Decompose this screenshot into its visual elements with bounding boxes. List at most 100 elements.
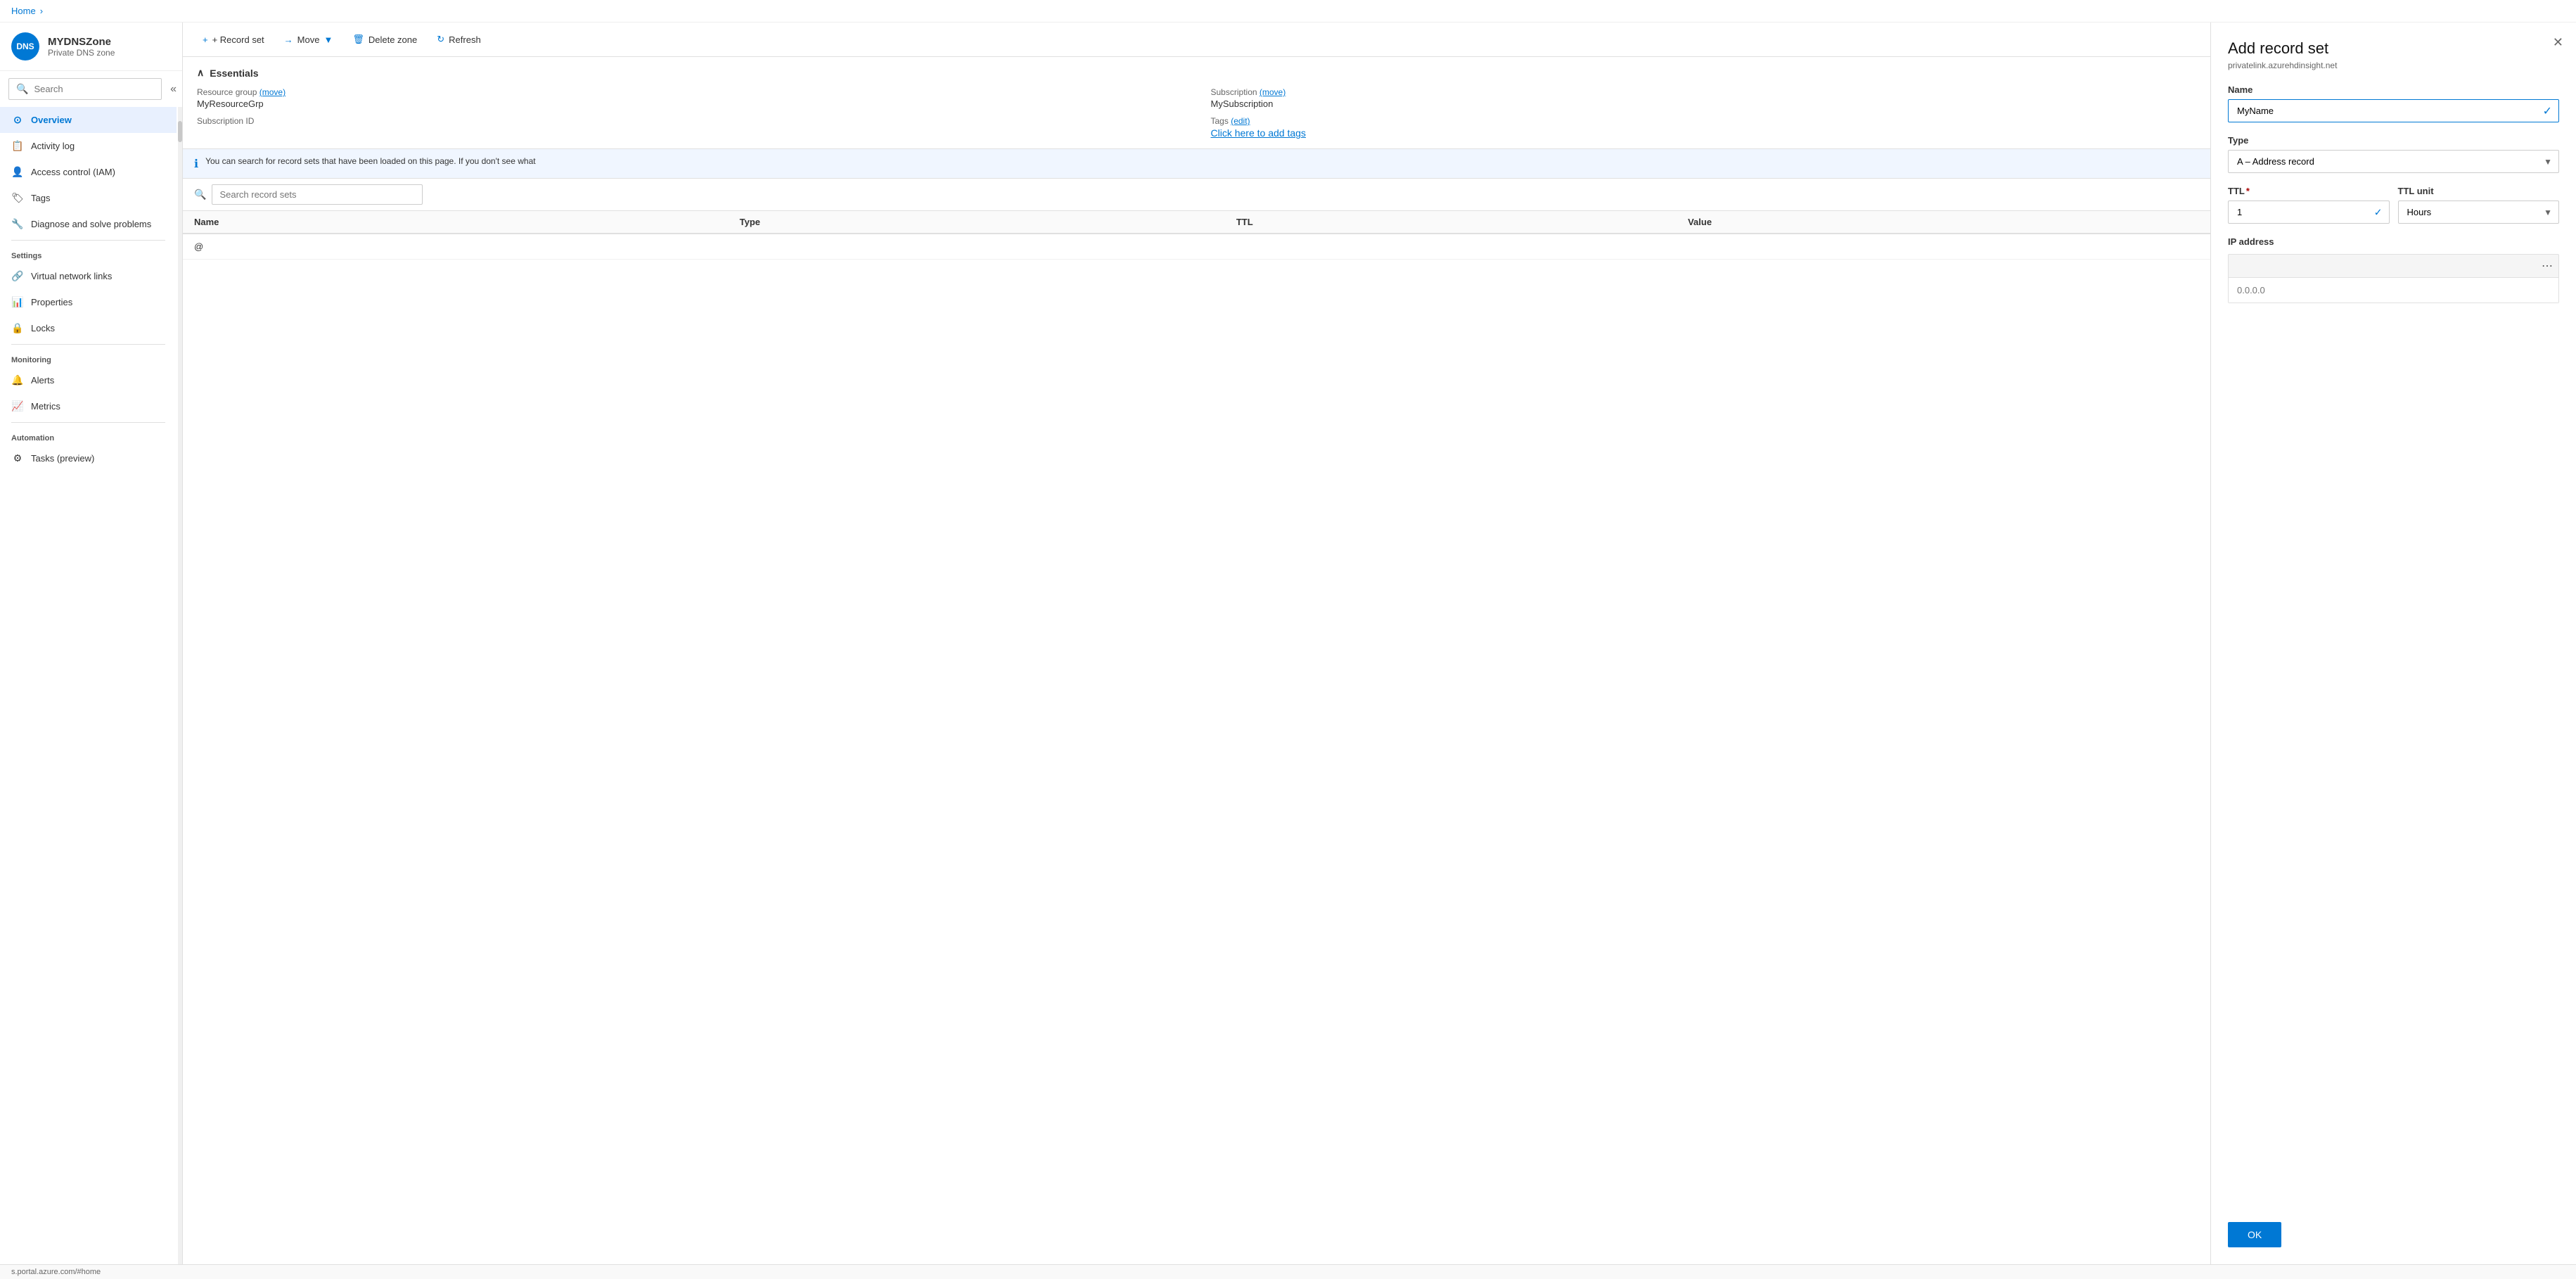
record-set-icon: + — [203, 34, 208, 45]
sidebar-collapse-button[interactable]: « — [165, 80, 182, 98]
sidebar-item-locks[interactable]: 🔒 Locks — [0, 315, 177, 341]
sidebar-item-label: Virtual network links — [31, 271, 112, 281]
ip-address-label: IP address — [2228, 236, 2559, 247]
subscription-label: Subscription (move) — [1211, 87, 2197, 97]
move-icon: → — [284, 34, 293, 45]
automation-section-label: Automation — [0, 426, 177, 445]
record-set-button[interactable]: + + Record set — [194, 30, 273, 49]
name-field-label: Name — [2228, 84, 2559, 95]
access-control-icon: 👤 — [11, 166, 24, 178]
sidebar-item-access-control[interactable]: 👤 Access control (IAM) — [0, 159, 177, 185]
ttl-unit-label: TTL unit — [2398, 186, 2560, 196]
subscription-move-link[interactable]: (move) — [1260, 87, 1286, 97]
col-ttl: TTL — [1225, 211, 1677, 234]
col-name: Name — [183, 211, 729, 234]
essentials-header[interactable]: ∧ Essentials — [197, 67, 2196, 79]
settings-section-label: Settings — [0, 243, 177, 263]
record-table: Name Type TTL Value @ — [183, 211, 2210, 1264]
breadcrumb-separator: › — [40, 6, 43, 16]
tags-edit-link[interactable]: (edit) — [1231, 116, 1250, 126]
cell-ttl — [1225, 234, 1677, 260]
delete-zone-label: Delete zone — [369, 34, 417, 45]
essentials-collapse-icon: ∧ — [197, 67, 204, 79]
sidebar-item-label: Locks — [31, 323, 55, 333]
refresh-icon: ↻ — [437, 34, 444, 45]
col-type: Type — [729, 211, 1225, 234]
sidebar-item-label: Activity log — [31, 141, 75, 151]
resource-group-move-link[interactable]: (move) — [259, 87, 286, 97]
resource-group-label: Resource group (move) — [197, 87, 1183, 97]
right-panel: ✕ Add record set privatelink.azurehdinsi… — [2210, 23, 2576, 1264]
sidebar-item-properties[interactable]: 📊 Properties — [0, 289, 177, 315]
type-select[interactable]: A – Address recordAAAA – IPv6 address re… — [2228, 150, 2559, 173]
panel-close-button[interactable]: ✕ — [2553, 35, 2563, 50]
main-content: + + Record set → Move ▼ 🗑 Delete zone ↻ … — [183, 23, 2210, 1264]
col-value: Value — [1677, 211, 2210, 234]
type-field-label: Type — [2228, 135, 2559, 146]
sidebar-item-label: Alerts — [31, 375, 54, 386]
alerts-icon: 🔔 — [11, 374, 24, 386]
sidebar-search-input[interactable] — [34, 84, 154, 94]
sidebar-item-overview[interactable]: ⊙ Overview — [0, 107, 177, 133]
ip-address-input[interactable] — [2229, 278, 2558, 303]
tasks-icon: ⚙ — [11, 452, 24, 464]
ip-more-button[interactable]: ⋯ — [2542, 259, 2553, 273]
ttl-field-label: TTL* — [2228, 186, 2390, 196]
ttl-check-icon: ✓ — [2374, 206, 2383, 218]
toolbar: + + Record set → Move ▼ 🗑 Delete zone ↻ … — [183, 23, 2210, 57]
sidebar-item-tags[interactable]: 🏷 Tags — [0, 185, 177, 211]
refresh-label: Refresh — [449, 34, 481, 45]
breadcrumb-home[interactable]: Home — [11, 6, 36, 16]
resource-name: MYDNSZone — [48, 36, 115, 48]
name-input[interactable] — [2228, 99, 2559, 122]
subscription-id-label: Subscription ID — [197, 116, 1183, 126]
ttl-unit-select[interactable]: SecondsMinutesHoursDays — [2398, 201, 2560, 224]
record-search-bar: 🔍 — [183, 179, 2210, 211]
record-set-label: + Record set — [212, 34, 264, 45]
properties-icon: 📊 — [11, 296, 24, 308]
diagnose-icon: 🔧 — [11, 218, 24, 230]
cell-value — [1677, 234, 2210, 260]
move-label: Move — [297, 34, 320, 45]
refresh-button[interactable]: ↻ Refresh — [428, 30, 489, 49]
tags-add-link[interactable]: Click here to add tags — [1211, 127, 2197, 139]
info-message: You can search for record sets that have… — [205, 156, 536, 166]
record-search-input[interactable] — [212, 184, 423, 205]
metrics-icon: 📈 — [11, 400, 24, 412]
activity-log-icon: 📋 — [11, 140, 24, 152]
monitoring-section-label: Monitoring — [0, 348, 177, 367]
sidebar-item-alerts[interactable]: 🔔 Alerts — [0, 367, 177, 393]
subscription-value: MySubscription — [1211, 98, 2197, 109]
resource-avatar: DNS — [11, 32, 39, 61]
sidebar-item-label: Overview — [31, 115, 72, 125]
sidebar-item-diagnose[interactable]: 🔧 Diagnose and solve problems — [0, 211, 177, 237]
sidebar: DNS MYDNSZone Private DNS zone 🔍 « ⊙ — [0, 23, 183, 1264]
ok-button[interactable]: OK — [2228, 1222, 2281, 1247]
panel-title: Add record set — [2228, 39, 2559, 58]
essentials-section: ∧ Essentials Resource group (move) MyRes… — [183, 57, 2210, 149]
resource-group-value: MyResourceGrp — [197, 98, 1183, 109]
sidebar-item-label: Diagnose and solve problems — [31, 219, 151, 229]
virtual-network-icon: 🔗 — [11, 270, 24, 282]
sidebar-item-label: Properties — [31, 297, 72, 307]
cell-type — [729, 234, 1225, 260]
sidebar-item-label: Access control (IAM) — [31, 167, 115, 177]
cell-name: @ — [183, 234, 729, 260]
essentials-title: Essentials — [210, 68, 258, 79]
sidebar-item-metrics[interactable]: 📈 Metrics — [0, 393, 177, 419]
info-bar: ℹ You can search for record sets that ha… — [183, 149, 2210, 179]
sidebar-item-tasks-preview[interactable]: ⚙ Tasks (preview) — [0, 445, 177, 471]
sidebar-item-activity-log[interactable]: 📋 Activity log — [0, 133, 177, 159]
sidebar-item-label: Tags — [31, 193, 50, 203]
move-button[interactable]: → Move ▼ — [276, 30, 342, 49]
sidebar-item-label: Tasks (preview) — [31, 453, 94, 464]
status-bar: s.portal.azure.com/#home — [0, 1264, 2576, 1279]
overview-icon: ⊙ — [11, 114, 24, 126]
sidebar-item-virtual-network-links[interactable]: 🔗 Virtual network links — [0, 263, 177, 289]
search-icon: 🔍 — [16, 83, 28, 95]
delete-zone-button[interactable]: 🗑 Delete zone — [344, 30, 425, 49]
ttl-input[interactable] — [2228, 201, 2390, 224]
tags-label: Tags (edit) — [1211, 116, 2197, 126]
table-row[interactable]: @ — [183, 234, 2210, 260]
tags-icon: 🏷 — [11, 192, 24, 204]
